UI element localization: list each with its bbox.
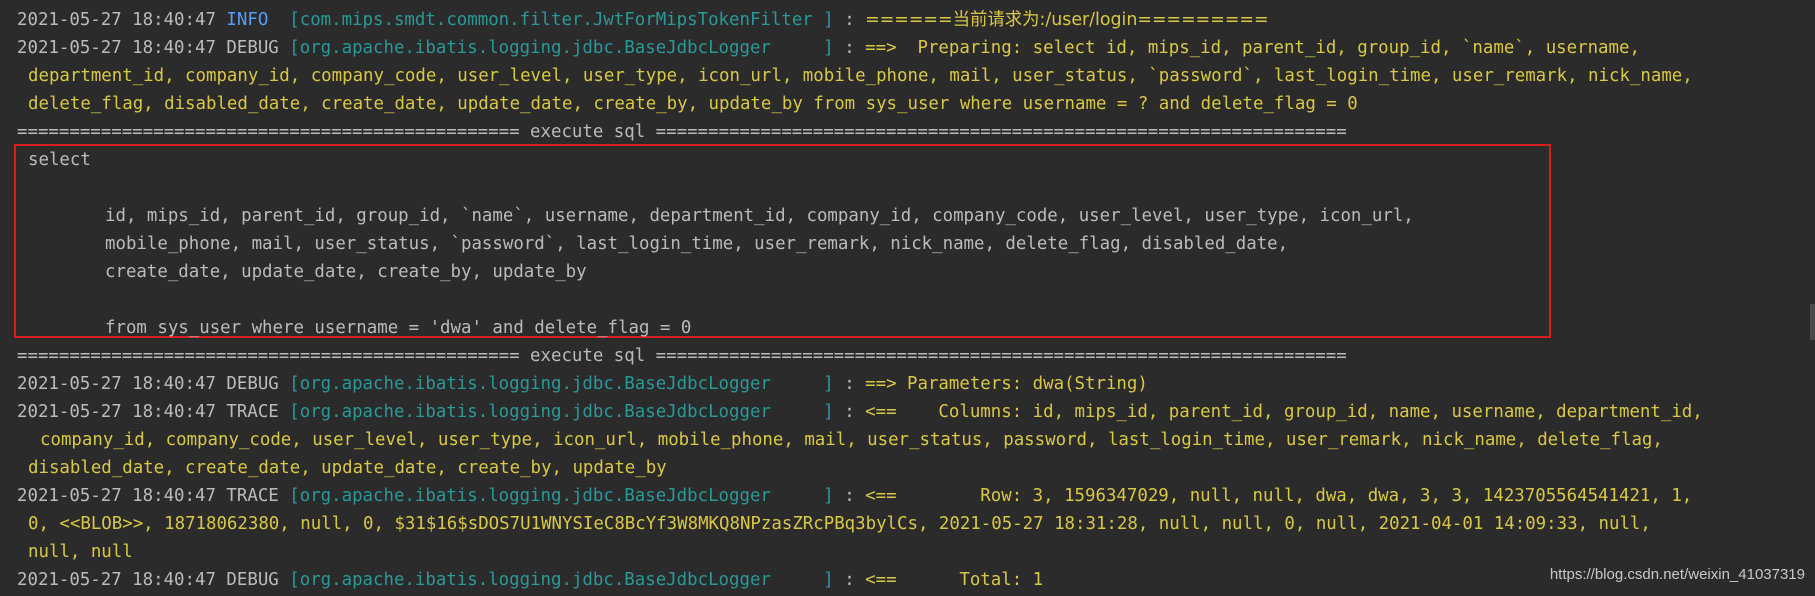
log-separator: :: [833, 570, 866, 590]
log-continuation: disabled_date, create_date, update_date,…: [28, 458, 667, 478]
log-timestamp: 2021-05-27 18:40:47: [17, 402, 216, 422]
log-timestamp: 2021-05-27 18:40:47: [17, 10, 216, 30]
log-line: 2021-05-27 18:40:47 DEBUG [org.apache.ib…: [17, 370, 1148, 398]
log-message: ==> Parameters: dwa(String): [865, 374, 1148, 394]
logger-name[interactable]: [com.mips.smdt.common.filter.JwtForMipsT…: [289, 10, 833, 30]
log-continuation: company_id, company_code, user_level, us…: [40, 430, 1663, 450]
watermark: https://blog.csdn.net/weixin_41037319: [1549, 566, 1805, 583]
log-separator: :: [833, 402, 866, 422]
log-separator: :: [833, 374, 866, 394]
sql-from-clause: from sys_user where username = 'dwa' and…: [105, 318, 692, 338]
log-level: DEBUG: [226, 38, 279, 58]
scrollbar-thumb[interactable]: [1810, 304, 1815, 340]
log-timestamp: 2021-05-27 18:40:47: [17, 38, 216, 58]
log-line: 2021-05-27 18:40:47 TRACE [org.apache.ib…: [17, 398, 1703, 426]
log-line: 2021-05-27 18:40:47 TRACE [org.apache.ib…: [17, 482, 1692, 510]
log-level: DEBUG: [226, 570, 279, 590]
logger-name[interactable]: [org.apache.ibatis.logging.jdbc.BaseJdbc…: [289, 570, 833, 590]
log-separator: :: [833, 486, 866, 506]
sql-select-keyword: select: [28, 150, 91, 170]
log-separator: :: [833, 10, 866, 30]
sql-columns-line: id, mips_id, parent_id, group_id, `name`…: [105, 206, 1414, 226]
logger-name[interactable]: [org.apache.ibatis.logging.jdbc.BaseJdbc…: [289, 38, 833, 58]
log-level: INFO: [226, 10, 269, 30]
log-message: <== Columns: id, mips_id, parent_id, gro…: [865, 402, 1703, 422]
log-continuation: 0, <<BLOB>>, 18718062380, null, 0, $31$1…: [28, 514, 1651, 534]
log-continuation: delete_flag, disabled_date, create_date,…: [28, 94, 1358, 114]
log-continuation: null, null: [28, 542, 133, 562]
execute-sql-divider: ========================================…: [17, 346, 1347, 366]
log-separator: :: [833, 38, 866, 58]
log-message: ======当前请求为:/user/login=========: [865, 10, 1269, 30]
sql-columns-line: create_date, update_date, create_by, upd…: [105, 262, 587, 282]
log-continuation: department_id, company_id, company_code,…: [28, 66, 1693, 86]
log-level: TRACE: [226, 402, 279, 422]
logger-name[interactable]: [org.apache.ibatis.logging.jdbc.BaseJdbc…: [289, 374, 833, 394]
log-timestamp: 2021-05-27 18:40:47: [17, 570, 216, 590]
execute-sql-divider: ========================================…: [17, 122, 1347, 142]
log-line: 2021-05-27 18:40:47 INFO [com.mips.smdt.…: [17, 6, 1269, 34]
log-timestamp: 2021-05-27 18:40:47: [17, 486, 216, 506]
log-message: <== Total: 1: [865, 570, 1044, 590]
sql-columns-line: mobile_phone, mail, user_status, `passwo…: [105, 234, 1289, 254]
log-line: 2021-05-27 18:40:47 DEBUG [org.apache.ib…: [17, 566, 1043, 594]
log-line: 2021-05-27 18:40:47 DEBUG [org.apache.ib…: [17, 34, 1640, 62]
log-level: TRACE: [226, 486, 279, 506]
logger-name[interactable]: [org.apache.ibatis.logging.jdbc.BaseJdbc…: [289, 486, 833, 506]
log-timestamp: 2021-05-27 18:40:47: [17, 374, 216, 394]
log-message: ==> Preparing: select id, mips_id, paren…: [865, 38, 1640, 58]
log-message: <== Row: 3, 1596347029, null, null, dwa,…: [865, 486, 1693, 506]
console-output[interactable]: 2021-05-27 18:40:47 INFO [com.mips.smdt.…: [0, 0, 1815, 596]
log-level: DEBUG: [226, 374, 279, 394]
logger-name[interactable]: [org.apache.ibatis.logging.jdbc.BaseJdbc…: [289, 402, 833, 422]
